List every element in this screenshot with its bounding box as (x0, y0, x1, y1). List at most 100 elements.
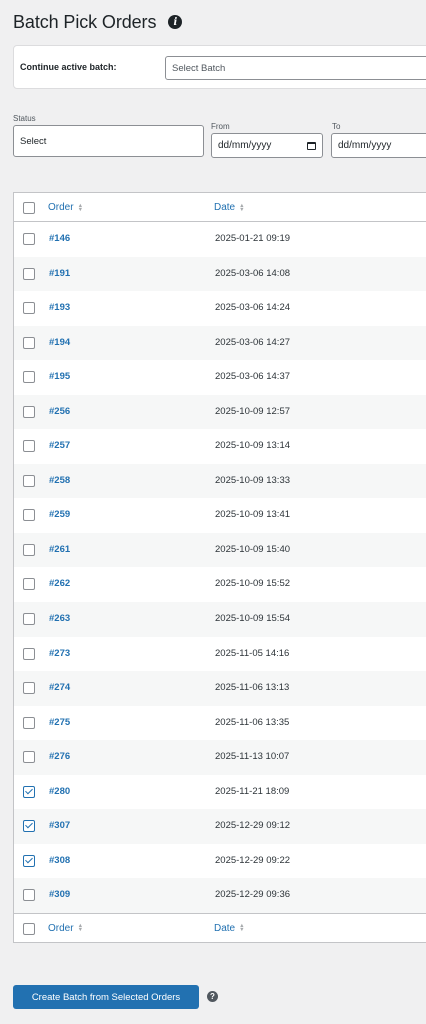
row-checkbox[interactable] (23, 751, 35, 764)
table-footer: Order ▲ ▼ Date ▲ ▼ (14, 912, 426, 942)
order-date: 2025-10-09 13:41 (215, 509, 291, 521)
table-row: #193 2025-03-06 14:24 (14, 291, 426, 326)
order-link[interactable]: #280 (49, 786, 70, 797)
row-checkbox[interactable] (23, 716, 35, 729)
row-checkbox[interactable] (23, 405, 35, 418)
order-link[interactable]: #261 (49, 544, 70, 555)
order-date: 2025-10-09 15:52 (215, 578, 291, 590)
row-checkbox[interactable] (23, 854, 35, 867)
order-link[interactable]: #258 (49, 475, 70, 486)
table-row: #258 2025-10-09 13:33 (14, 463, 426, 499)
row-checkbox[interactable] (23, 889, 35, 902)
table-row: #194 2025-03-06 14:27 (14, 325, 426, 361)
sort-icon: ▲ ▼ (239, 923, 245, 934)
table-row: #273 2025-11-05 14:16 (14, 637, 426, 672)
row-checkbox[interactable] (23, 613, 35, 626)
order-link[interactable]: #307 (49, 820, 70, 831)
sort-icon: ▲ ▼ (77, 202, 84, 213)
order-link[interactable]: #276 (49, 751, 70, 762)
order-link[interactable]: #275 (49, 717, 70, 728)
order-date: 2025-11-06 13:35 (215, 716, 290, 728)
date-column-footer-label: Date (214, 922, 236, 934)
row-checkbox[interactable] (23, 440, 35, 453)
row-checkbox[interactable] (23, 820, 35, 833)
sort-icon: ▲ ▼ (77, 923, 84, 934)
row-checkbox[interactable] (23, 371, 35, 384)
table-body: #146 2025-01-21 09:19 #191 2025-03-06 14:08… (14, 222, 426, 913)
select-all-checkbox[interactable] (23, 202, 35, 214)
row-checkbox[interactable] (23, 267, 35, 280)
table-row: #308 2025-12-29 09:22 (14, 844, 426, 879)
table-header: Order ▲ ▼ Date ▲ ▼ (14, 193, 426, 222)
order-link[interactable]: #308 (49, 855, 70, 866)
table-row: #307 2025-12-29 09:12 (14, 809, 426, 844)
order-date: 2025-10-09 15:54 (215, 613, 291, 625)
order-date: 2025-10-09 13:14 (215, 440, 291, 452)
order-date: 2025-11-21 18:09 (215, 785, 290, 797)
order-link[interactable]: #191 (49, 268, 70, 279)
order-column-header[interactable]: Order ▲ ▼ (48, 202, 83, 213)
order-date: 2025-12-29 09:36 (215, 889, 291, 901)
order-date: 2025-11-06 13:13 (215, 682, 290, 694)
row-checkbox[interactable] (23, 647, 35, 660)
calendar-icon[interactable] (307, 142, 316, 150)
table-row: #309 2025-12-29 09:36 (14, 878, 426, 913)
order-link[interactable]: #263 (49, 613, 70, 624)
date-column-header[interactable]: Date ▲ ▼ (214, 202, 245, 213)
order-date: 2025-12-29 09:22 (215, 854, 291, 866)
table-row: #280 2025-11-21 18:09 (14, 775, 426, 810)
order-link[interactable]: #257 (49, 440, 70, 451)
order-column-label: Order (48, 202, 74, 213)
order-date: 2025-10-09 15:40 (215, 543, 291, 555)
select-all-checkbox-footer[interactable] (23, 922, 35, 935)
row-checkbox[interactable] (23, 336, 35, 349)
to-date-input[interactable]: dd/mm/yyyy (331, 133, 426, 158)
row-checkbox[interactable] (23, 578, 35, 591)
order-date: 2025-03-06 14:27 (215, 336, 291, 348)
row-checkbox[interactable] (23, 509, 35, 522)
order-link[interactable]: #259 (49, 509, 70, 520)
order-date: 2025-10-09 12:57 (215, 405, 291, 417)
row-checkbox[interactable] (23, 543, 35, 556)
from-date-value: dd/mm/yyyy (218, 140, 272, 151)
from-date-input[interactable]: dd/mm/yyyy (211, 133, 323, 158)
order-date: 2025-01-21 09:19 (215, 233, 291, 244)
row-checkbox[interactable] (23, 302, 35, 315)
row-checkbox[interactable] (23, 682, 35, 695)
order-date: 2025-03-06 14:08 (215, 267, 291, 279)
table-row: #275 2025-11-06 13:35 (14, 706, 426, 741)
table-row: #195 2025-03-06 14:37 (14, 360, 426, 395)
table-row: #259 2025-10-09 13:41 (14, 498, 426, 533)
order-column-footer[interactable]: Order ▲ ▼ (48, 923, 83, 934)
table-row: #263 2025-10-09 15:54 (14, 602, 426, 637)
to-date-value: dd/mm/yyyy (338, 140, 392, 151)
help-icon[interactable]: ? (207, 991, 218, 1002)
title-row: Batch Pick Orders i (13, 10, 183, 34)
table-row: #256 2025-10-09 12:57 (14, 394, 426, 430)
from-label: From (211, 122, 230, 131)
order-link[interactable]: #195 (49, 371, 70, 382)
order-link[interactable]: #256 (49, 406, 70, 417)
continue-batch-panel: Continue active batch: Select Batch (13, 45, 426, 89)
date-column-footer[interactable]: Date ▲ ▼ (214, 923, 245, 934)
order-link[interactable]: #309 (49, 889, 70, 900)
order-link[interactable]: #273 (49, 648, 70, 659)
order-link[interactable]: #146 (49, 233, 70, 244)
order-date: 2025-11-05 14:16 (215, 647, 290, 659)
select-batch-dropdown[interactable]: Select Batch (165, 56, 426, 80)
continue-batch-label: Continue active batch: (20, 62, 117, 72)
table-row: #261 2025-10-09 15:40 (14, 532, 426, 568)
to-label: To (332, 122, 341, 131)
table-row: #276 2025-11-13 10:07 (14, 740, 426, 775)
row-checkbox[interactable] (23, 785, 35, 798)
status-select[interactable]: Select (13, 125, 204, 157)
info-icon[interactable]: i (168, 15, 183, 29)
order-link[interactable]: #262 (49, 578, 70, 589)
create-batch-button[interactable]: Create Batch from Selected Orders (13, 985, 199, 1009)
order-link[interactable]: #274 (49, 682, 70, 693)
order-link[interactable]: #193 (49, 302, 70, 313)
row-checkbox[interactable] (23, 474, 35, 487)
row-checkbox[interactable] (23, 233, 35, 245)
order-date: 2025-11-13 10:07 (215, 751, 290, 763)
order-link[interactable]: #194 (49, 337, 70, 348)
